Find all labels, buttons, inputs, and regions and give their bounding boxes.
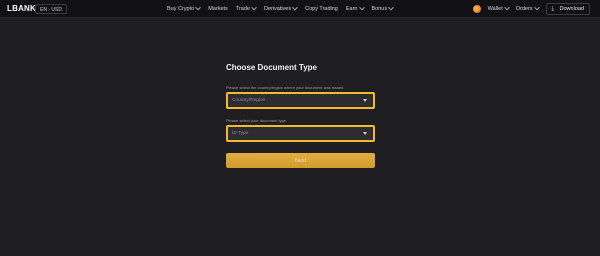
download-label: Download	[559, 6, 584, 12]
page-title: Choose Document Type	[226, 63, 317, 72]
chevron-down-icon	[358, 4, 365, 11]
orders-menu[interactable]: Orders	[515, 4, 540, 12]
nav-markets[interactable]: Markets	[208, 6, 228, 12]
nav-buy-crypto-label: Buy Crypto	[167, 6, 195, 12]
document-type-panel: Choose Document Type Please select the c…	[226, 63, 375, 168]
download-button[interactable]: ⤓ Download	[545, 3, 590, 15]
download-icon: ⤓	[551, 5, 555, 12]
nav-markets-label: Markets	[208, 6, 228, 12]
nav-trade-label: Trade	[235, 6, 250, 12]
next-button[interactable]: Next	[226, 153, 375, 168]
nav-earn[interactable]: Earn	[345, 4, 365, 12]
caret-down-icon	[363, 132, 367, 135]
id-type-select[interactable]: ID Type	[226, 125, 375, 142]
nav-buy-crypto[interactable]: Buy Crypto	[167, 4, 202, 12]
orders-label: Orders	[515, 6, 533, 12]
chevron-down-icon	[533, 4, 540, 11]
language-currency-selector[interactable]: EN · USD	[35, 4, 67, 14]
chevron-down-icon	[251, 4, 257, 11]
nav-derivatives[interactable]: Derivatives	[263, 4, 298, 12]
chevron-down-icon	[195, 4, 202, 11]
id-type-placeholder: ID Type	[232, 131, 249, 136]
chevron-down-icon	[503, 4, 510, 11]
caret-down-icon	[363, 99, 367, 102]
country-field-label: Please select the country/region where y…	[226, 85, 345, 90]
nav-copy-trading-label: Copy Trading	[305, 6, 338, 12]
nav-bonus[interactable]: Bonus	[371, 4, 394, 12]
chevron-down-icon	[292, 4, 298, 11]
nav-copy-trading[interactable]: Copy Trading	[305, 6, 338, 12]
country-placeholder: Country/Region	[232, 98, 266, 103]
nav-derivatives-label: Derivatives	[263, 6, 292, 12]
lbank-logo[interactable]: LBANK	[7, 4, 36, 13]
chevron-down-icon	[388, 4, 394, 11]
country-region-select[interactable]: Country/Region	[226, 92, 375, 109]
user-avatar[interactable]	[472, 5, 481, 13]
nav-earn-label: Earn	[345, 6, 358, 12]
wallet-menu[interactable]: Wallet	[487, 4, 510, 12]
account-area: Wallet Orders ⤓ Download	[472, 0, 590, 18]
wallet-label: Wallet	[487, 6, 503, 12]
top-navigation-bar: LBANK EN · USD Buy Crypto Markets Trade …	[0, 0, 600, 18]
document-field-label: Please select your document type.	[226, 118, 288, 123]
nav-bonus-label: Bonus	[371, 6, 388, 12]
main-nav: Buy Crypto Markets Trade Derivatives Cop…	[167, 0, 394, 18]
nav-trade[interactable]: Trade	[235, 4, 257, 12]
